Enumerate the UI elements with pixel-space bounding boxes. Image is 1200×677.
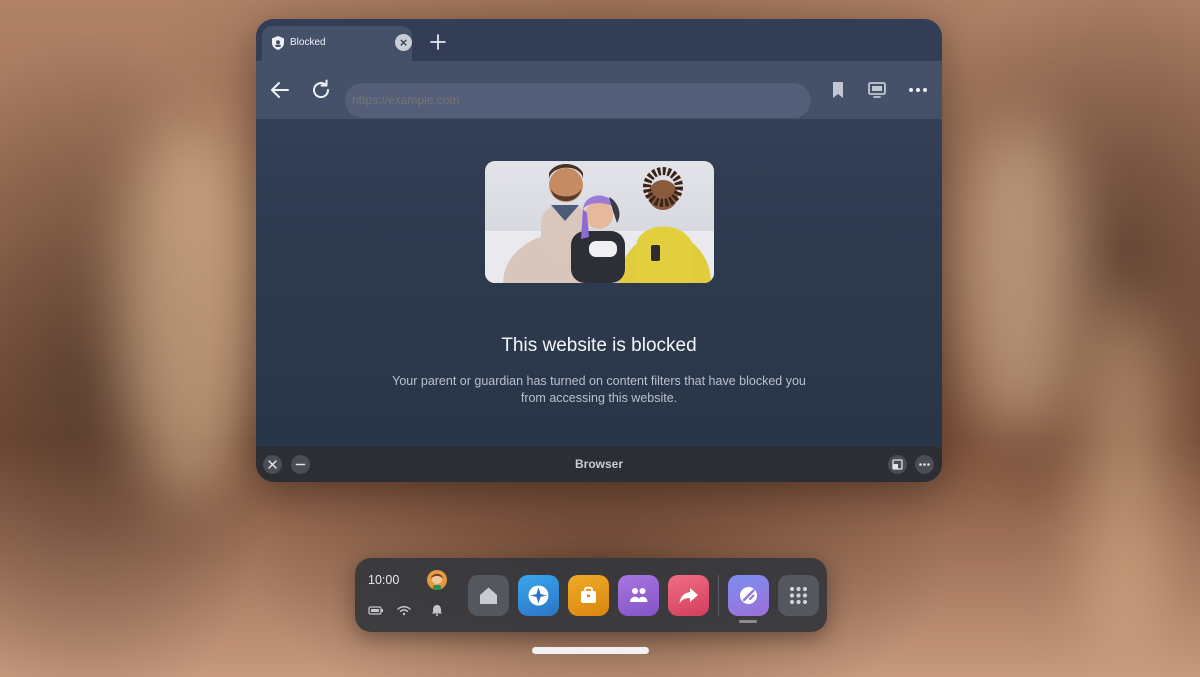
wifi-icon [397, 606, 411, 616]
browser-icon [740, 587, 757, 604]
background-light [960, 120, 1080, 440]
shield-icon [272, 36, 284, 50]
monitor-icon[interactable] [865, 78, 889, 102]
background-light [120, 120, 260, 500]
share-icon [679, 588, 698, 604]
home-icon [480, 587, 497, 604]
active-app-indicator [739, 620, 757, 623]
more-icon[interactable] [906, 78, 930, 102]
plus-icon[interactable] [429, 33, 447, 51]
people-app-button[interactable] [618, 575, 659, 616]
page-title: This website is blocked [501, 335, 697, 356]
window-footer: Browser [256, 447, 942, 482]
url-input[interactable] [345, 83, 811, 118]
page-content: This website is blocked Your parent or g… [256, 119, 942, 447]
bag-icon [581, 586, 596, 603]
home-app-button[interactable] [468, 575, 509, 616]
bell-icon[interactable] [429, 604, 445, 616]
more-icon [919, 463, 930, 466]
dock-divider [718, 575, 719, 616]
resize-button[interactable] [888, 455, 907, 474]
battery-icon [368, 606, 383, 615]
home-indicator[interactable] [532, 647, 649, 654]
explore-app-button[interactable] [518, 575, 559, 616]
browser-app-button[interactable] [728, 575, 769, 616]
tab-label: Blocked [290, 37, 326, 48]
resize-icon [892, 459, 903, 470]
compass-icon [528, 585, 549, 606]
system-dock: 10:00 [355, 558, 827, 632]
tab-blocked[interactable]: Blocked × [262, 26, 412, 61]
store-app-button[interactable] [568, 575, 609, 616]
tab-close-button[interactable]: × [395, 34, 412, 51]
navigation-bar [256, 61, 942, 119]
grid-icon [789, 586, 808, 605]
tab-bar: Blocked × [256, 19, 942, 61]
reload-icon[interactable] [309, 78, 333, 102]
window-title: Browser [574, 457, 624, 471]
back-arrow-icon[interactable] [268, 78, 292, 102]
window-more-button[interactable] [915, 455, 934, 474]
clock[interactable]: 10:00 [368, 573, 399, 587]
browser-window: Blocked × https://example.com This websi… [256, 19, 942, 482]
family-illustration [485, 161, 714, 283]
background-light [1080, 300, 1170, 660]
share-app-button[interactable] [668, 575, 709, 616]
avatar[interactable] [427, 570, 447, 590]
blocked-description: Your parent or guardian has turned on co… [392, 374, 806, 405]
people-icon [630, 588, 648, 602]
bookmark-icon[interactable] [826, 78, 850, 102]
library-app-button[interactable] [778, 575, 819, 616]
